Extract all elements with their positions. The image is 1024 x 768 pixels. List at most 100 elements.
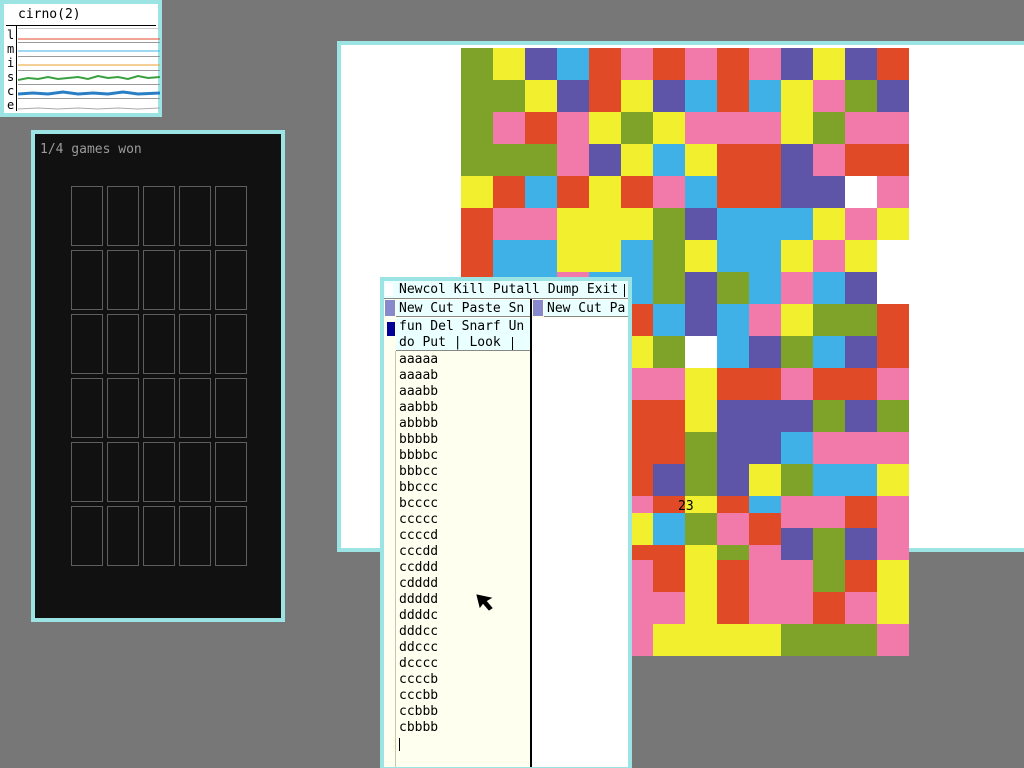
color-cell[interactable] [749,513,781,545]
color-cell[interactable] [717,560,749,592]
card-slot[interactable] [143,506,175,566]
stats-window[interactable]: cirno(2) l m i s c e [0,0,162,117]
color-cell[interactable] [525,112,557,144]
color-cell[interactable] [749,112,781,144]
text-line[interactable]: abbbb [399,416,438,432]
color-cell[interactable] [557,144,589,176]
color-cell[interactable] [461,48,493,80]
color-cell[interactable] [749,336,781,368]
color-cell[interactable] [557,208,589,240]
color-cell[interactable] [525,48,557,80]
color-cell[interactable] [685,513,717,545]
color-cell[interactable] [877,112,909,144]
color-cell[interactable] [813,336,845,368]
color-cell[interactable] [749,240,781,272]
color-cell[interactable] [653,624,685,656]
color-cell[interactable] [653,240,685,272]
color-cell[interactable] [877,368,909,400]
color-cell[interactable] [813,560,845,592]
color-cell[interactable] [461,240,493,272]
text-line[interactable]: bbccc [399,480,438,496]
color-cell[interactable] [493,176,525,208]
card-slot[interactable] [179,442,211,502]
color-cell[interactable] [685,48,717,80]
color-cell[interactable] [557,112,589,144]
color-cell[interactable] [461,112,493,144]
color-cell[interactable] [749,464,781,496]
color-cell[interactable] [813,624,845,656]
color-cell[interactable] [717,592,749,624]
card-slot[interactable] [107,186,139,246]
color-cell[interactable] [877,528,909,560]
color-cell[interactable] [781,560,813,592]
color-cell[interactable] [493,112,525,144]
color-cell[interactable] [845,528,877,560]
color-cell[interactable] [653,368,685,400]
color-cell[interactable] [877,240,909,272]
color-cell[interactable] [845,496,877,528]
acme-row-layout-box[interactable] [385,283,393,296]
color-cell[interactable] [877,48,909,80]
color-cell[interactable] [717,240,749,272]
color-cell[interactable] [685,144,717,176]
color-cell[interactable] [717,176,749,208]
color-cell[interactable] [845,272,877,304]
color-cell[interactable] [653,208,685,240]
column1-layout-box[interactable] [385,300,395,316]
color-cell[interactable] [749,304,781,336]
color-cell[interactable] [557,80,589,112]
card-slot[interactable] [143,378,175,438]
card-slot[interactable] [107,314,139,374]
text-line[interactable]: bbbcc [399,464,438,480]
column1-tag-text[interactable]: New Cut Paste Sn [399,301,524,316]
color-cell[interactable] [685,80,717,112]
color-cell[interactable] [717,336,749,368]
color-cell[interactable] [781,400,813,432]
card-slot[interactable] [107,250,139,310]
color-cell[interactable] [781,528,813,560]
color-cell[interactable] [621,112,653,144]
color-cell[interactable] [813,368,845,400]
color-cell[interactable] [749,48,781,80]
text-line[interactable]: ccccb [399,672,438,688]
color-cell[interactable] [813,464,845,496]
acme-row-tag[interactable]: Newcol Kill Putall Dump Exit [384,281,628,299]
card-slot[interactable] [215,378,247,438]
window-tag-line2[interactable]: do Put | Look [399,335,501,350]
color-cell[interactable] [685,432,717,464]
color-cell[interactable] [653,176,685,208]
color-cell[interactable] [685,368,717,400]
color-cell[interactable] [717,48,749,80]
color-cell[interactable] [461,144,493,176]
color-cell[interactable] [621,176,653,208]
color-cell[interactable] [653,272,685,304]
color-cell[interactable] [717,464,749,496]
color-cell[interactable] [493,240,525,272]
color-cell[interactable] [877,496,909,528]
color-cell[interactable] [749,592,781,624]
color-cell[interactable] [813,400,845,432]
color-cell[interactable] [461,208,493,240]
text-line[interactable]: aabbb [399,400,438,416]
color-cell[interactable] [781,304,813,336]
card-slot[interactable] [107,506,139,566]
color-cell[interactable] [877,624,909,656]
color-cell[interactable] [717,513,749,545]
card-slot[interactable] [143,442,175,502]
color-cell[interactable] [461,176,493,208]
color-cell[interactable] [845,208,877,240]
color-cell[interactable] [813,208,845,240]
card-slot[interactable] [215,506,247,566]
color-cell[interactable] [877,80,909,112]
color-cell[interactable] [781,144,813,176]
color-cell[interactable] [621,144,653,176]
color-cell[interactable] [781,336,813,368]
color-cell[interactable] [781,208,813,240]
color-cell[interactable] [685,176,717,208]
color-cell[interactable] [877,272,909,304]
color-cell[interactable] [717,80,749,112]
color-cell[interactable] [717,208,749,240]
color-cell[interactable] [877,208,909,240]
color-cell[interactable] [749,272,781,304]
color-cell[interactable] [717,400,749,432]
